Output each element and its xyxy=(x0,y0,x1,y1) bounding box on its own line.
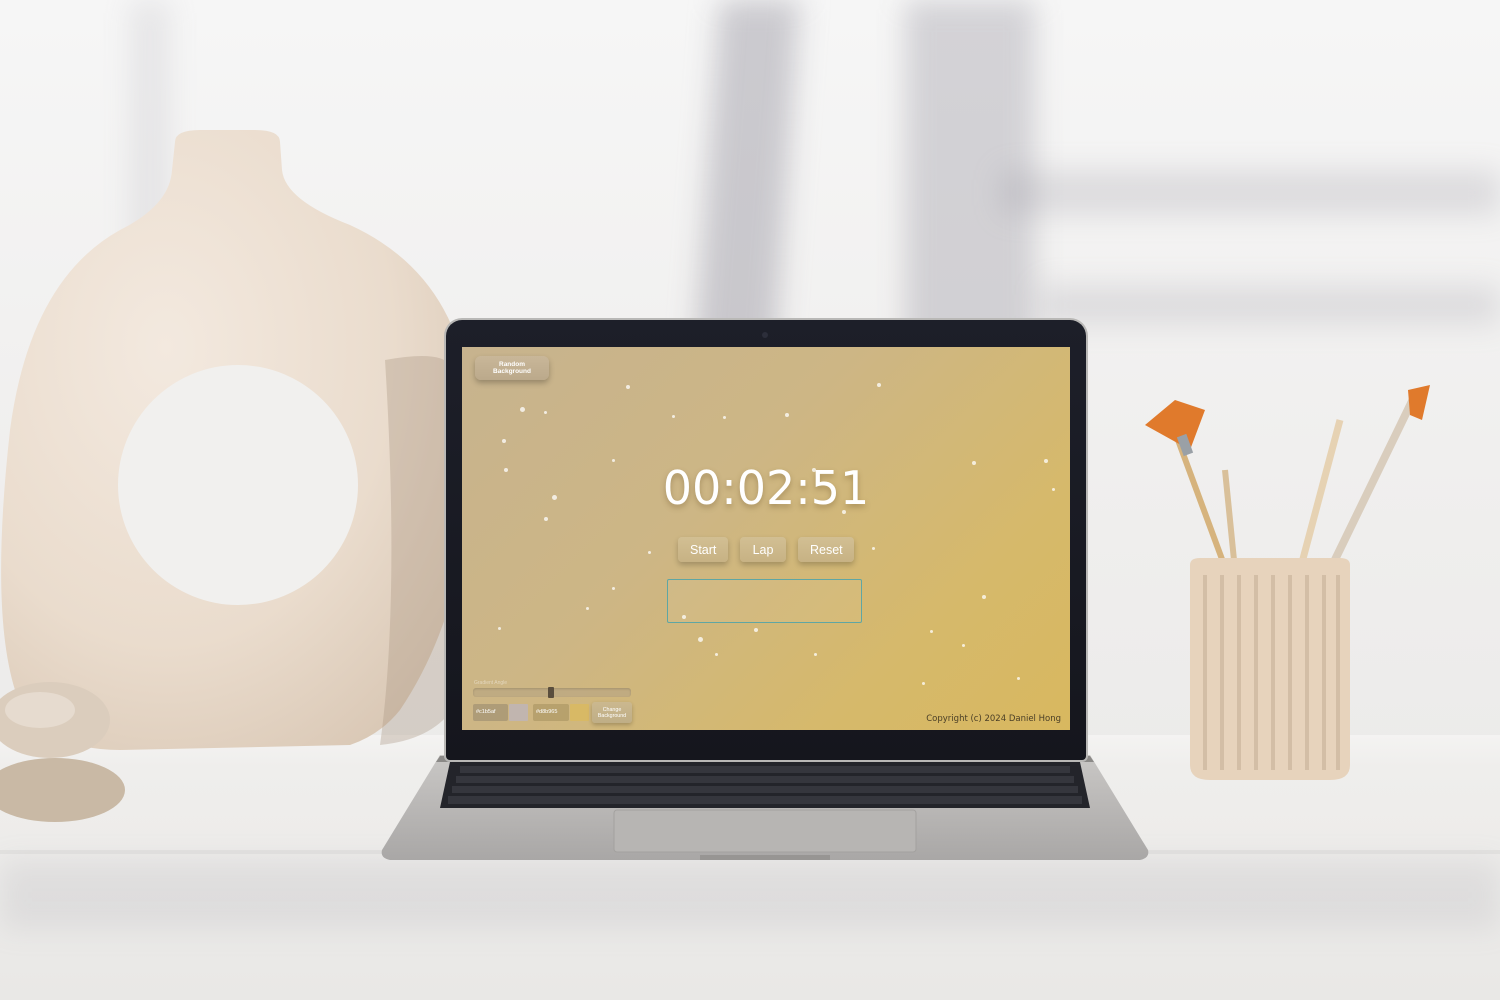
brush-cup xyxy=(1145,385,1430,780)
particle xyxy=(626,385,630,389)
gradient-angle-slider[interactable] xyxy=(473,687,631,698)
particle xyxy=(877,383,881,387)
particle xyxy=(1017,677,1020,680)
timer-controls: Start Lap Reset xyxy=(462,537,1070,562)
desk-shadow xyxy=(0,860,1500,930)
particle xyxy=(520,407,525,412)
window-shadow xyxy=(1000,170,1500,215)
particle xyxy=(814,653,817,656)
particle xyxy=(723,416,726,419)
slider-thumb[interactable] xyxy=(548,687,554,698)
color-b-hex[interactable]: #d8b965 xyxy=(533,704,569,721)
gradient-panel: Gradient Angle #c1b5af #d8b965 Change Ba… xyxy=(473,680,635,726)
particle xyxy=(698,637,703,642)
webcam xyxy=(762,332,768,338)
start-button[interactable]: Start xyxy=(678,537,728,562)
reset-button[interactable]: Reset xyxy=(798,537,854,562)
particle xyxy=(982,595,986,599)
lap-list[interactable] xyxy=(667,579,862,623)
stones xyxy=(0,682,125,822)
particle xyxy=(502,439,506,443)
gradient-angle-label: Gradient Angle xyxy=(474,680,508,686)
lap-button[interactable]: Lap xyxy=(740,537,786,562)
color-b-swatch[interactable] xyxy=(570,704,589,721)
particle xyxy=(930,630,933,633)
particle xyxy=(544,517,548,521)
particle xyxy=(612,587,615,590)
desk-scene: Random Background 00:02:51 Start Lap Res… xyxy=(0,0,1500,1000)
particle xyxy=(922,682,925,685)
particle xyxy=(785,413,789,417)
desk-edge xyxy=(0,850,1500,854)
particle xyxy=(586,607,589,610)
random-background-button[interactable]: Random Background xyxy=(475,356,549,380)
particle xyxy=(962,644,965,647)
particle xyxy=(498,627,501,630)
copyright-text: Copyright (c) 2024 Daniel Hong xyxy=(926,714,1061,724)
change-background-button[interactable]: Change Background xyxy=(592,702,632,723)
window-shadow xyxy=(1040,285,1500,325)
vase-illustration xyxy=(1,130,473,750)
timer-display: 00:02:51 xyxy=(662,461,870,515)
stopwatch-app: Random Background 00:02:51 Start Lap Res… xyxy=(462,347,1070,730)
particle xyxy=(672,415,675,418)
color-a-hex[interactable]: #c1b5af xyxy=(473,704,508,721)
laptop-lid: Random Background 00:02:51 Start Lap Res… xyxy=(446,320,1086,760)
color-a-swatch[interactable] xyxy=(509,704,528,721)
particle xyxy=(544,411,547,414)
particle xyxy=(715,653,718,656)
particle xyxy=(754,628,758,632)
